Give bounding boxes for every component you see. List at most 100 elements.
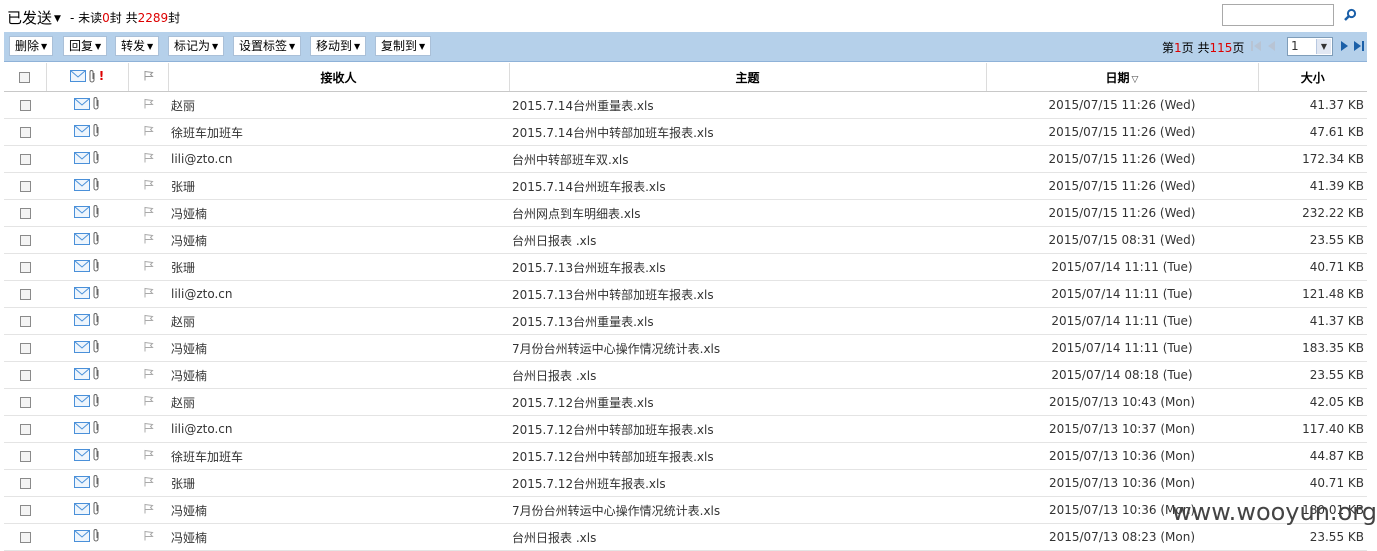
recipient[interactable]: 徐班车加班车 (168, 118, 509, 146)
flag-icon[interactable] (143, 98, 154, 109)
recipient[interactable]: 张珊 (168, 469, 509, 497)
recipient[interactable]: 赵丽 (168, 307, 509, 335)
recipient[interactable]: lili@zto.cn (168, 415, 509, 443)
row-checkbox[interactable] (19, 100, 31, 111)
search-icon[interactable] (1343, 8, 1357, 22)
column-size[interactable]: 大小 (1258, 63, 1367, 92)
table-row[interactable]: 冯娅楠 台州网点到车明细表.xls 2015/07/15 11:26 (Wed) 23… (4, 199, 1367, 227)
table-row[interactable]: 徐班车加班车 2015.7.14台州中转部加班车报表.xls 2015/07/15 … (4, 118, 1367, 146)
envelope-icon[interactable] (74, 232, 90, 245)
row-checkbox[interactable] (19, 343, 31, 354)
row-checkbox[interactable] (19, 154, 31, 165)
subject[interactable]: 7月份台州转运中心操作情况统计表.xls (509, 334, 986, 362)
flag-icon[interactable] (143, 260, 154, 271)
flag-icon[interactable] (143, 530, 154, 541)
subject[interactable]: 2015.7.14台州重量表.xls (509, 91, 986, 119)
flag-icon[interactable] (143, 341, 154, 352)
envelope-icon[interactable] (74, 178, 90, 191)
row-checkbox[interactable] (19, 208, 31, 219)
table-row[interactable]: 冯娅楠 7月份台州转运中心操作情况统计表.xls 2015/07/14 11:11 … (4, 334, 1367, 362)
row-checkbox[interactable] (19, 505, 31, 516)
priority-icon[interactable]: ! (99, 69, 104, 83)
table-row[interactable]: 冯娅楠 台州日报表 .xls 2015/07/13 08:23 (Mon) 23.55… (4, 523, 1367, 551)
row-checkbox[interactable] (19, 478, 31, 489)
subject[interactable]: 台州网点到车明细表.xls (509, 199, 986, 227)
flag-icon[interactable] (143, 503, 154, 514)
subject[interactable]: 2015.7.13台州班车报表.xls (509, 253, 986, 281)
row-checkbox[interactable] (19, 397, 31, 408)
folder-dropdown[interactable]: 已发送 ▼ (7, 7, 61, 28)
flag-icon[interactable] (143, 233, 154, 244)
recipient[interactable]: 徐班车加班车 (168, 442, 509, 470)
subject[interactable]: 2015.7.12台州班车报表.xls (509, 469, 986, 497)
recipient[interactable]: 冯娅楠 (168, 523, 509, 551)
flag-icon[interactable] (143, 206, 154, 217)
forward-button[interactable]: 转发 ▼ (115, 36, 160, 56)
flag-icon[interactable] (143, 125, 154, 136)
envelope-icon[interactable] (74, 286, 90, 299)
row-checkbox[interactable] (19, 532, 31, 543)
subject[interactable]: 台州日报表 .xls (509, 523, 986, 551)
column-subject[interactable]: 主题 (509, 63, 987, 92)
envelope-icon[interactable] (74, 421, 90, 434)
envelope-icon[interactable] (74, 367, 90, 380)
table-row[interactable]: 冯娅楠 台州日报表 .xls 2015/07/14 08:18 (Tue) 23.55… (4, 361, 1367, 389)
set-tag-button[interactable]: 设置标签 ▼ (233, 36, 302, 56)
subject[interactable]: 2015.7.12台州重量表.xls (509, 388, 986, 416)
table-row[interactable]: 赵丽 2015.7.12台州重量表.xls 2015/07/13 10:43 (Mo… (4, 388, 1367, 416)
recipient[interactable]: 冯娅楠 (168, 496, 509, 524)
flag-icon[interactable] (143, 70, 154, 81)
envelope-icon[interactable] (74, 475, 90, 488)
envelope-icon[interactable] (74, 124, 90, 137)
row-checkbox[interactable] (19, 289, 31, 300)
first-page-icon[interactable] (1249, 39, 1263, 53)
delete-button[interactable]: 删除 ▼ (9, 36, 54, 56)
table-row[interactable]: 张珊 2015.7.12台州班车报表.xls 2015/07/13 10:36 (M… (4, 469, 1367, 497)
last-page-icon[interactable] (1352, 39, 1366, 53)
table-row[interactable]: 徐班车加班车 2015.7.12台州中转部加班车报表.xls 2015/07/13 … (4, 442, 1367, 470)
page-select[interactable]: 1 ▼ (1287, 37, 1333, 56)
recipient[interactable]: lili@zto.cn (168, 280, 509, 308)
next-page-icon[interactable] (1337, 39, 1351, 53)
flag-icon[interactable] (143, 422, 154, 433)
envelope-icon[interactable] (74, 448, 90, 461)
flag-icon[interactable] (143, 179, 154, 190)
envelope-icon[interactable] (74, 502, 90, 515)
envelope-icon[interactable] (74, 529, 90, 542)
subject[interactable]: 2015.7.12台州中转部加班车报表.xls (509, 442, 986, 470)
row-checkbox[interactable] (19, 127, 31, 138)
select-all-checkbox[interactable] (19, 72, 31, 83)
copy-to-button[interactable]: 复制到 ▼ (375, 36, 432, 56)
row-checkbox[interactable] (19, 235, 31, 246)
envelope-icon[interactable] (74, 97, 90, 110)
flag-icon[interactable] (143, 476, 154, 487)
recipient[interactable]: lili@zto.cn (168, 145, 509, 173)
table-row[interactable]: 冯娅楠 7月份台州转运中心操作情况统计表.xls 2015/07/13 10:36 … (4, 496, 1367, 524)
search-input[interactable] (1222, 4, 1334, 26)
move-to-button[interactable]: 移动到 ▼ (310, 36, 367, 56)
envelope-icon[interactable] (74, 313, 90, 326)
recipient[interactable]: 冯娅楠 (168, 361, 509, 389)
recipient[interactable]: 张珊 (168, 253, 509, 281)
row-checkbox[interactable] (19, 370, 31, 381)
table-row[interactable]: lili@zto.cn 台州中转部班车双.xls 2015/07/15 11:26 … (4, 145, 1367, 173)
envelope-icon[interactable] (74, 259, 90, 272)
recipient[interactable]: 冯娅楠 (168, 226, 509, 254)
recipient[interactable]: 冯娅楠 (168, 199, 509, 227)
recipient[interactable]: 冯娅楠 (168, 334, 509, 362)
recipient[interactable]: 赵丽 (168, 388, 509, 416)
subject[interactable]: 台州中转部班车双.xls (509, 145, 986, 173)
envelope-icon[interactable] (74, 205, 90, 218)
row-checkbox[interactable] (19, 316, 31, 327)
envelope-icon[interactable] (69, 70, 86, 82)
row-checkbox[interactable] (19, 424, 31, 435)
flag-icon[interactable] (143, 449, 154, 460)
flag-icon[interactable] (143, 368, 154, 379)
table-row[interactable]: 赵丽 2015.7.14台州重量表.xls 2015/07/15 11:26 (We… (4, 91, 1367, 119)
row-checkbox[interactable] (19, 181, 31, 192)
table-row[interactable]: 张珊 2015.7.13台州班车报表.xls 2015/07/14 11:11 (T… (4, 253, 1367, 281)
envelope-icon[interactable] (74, 151, 90, 164)
subject[interactable]: 7月份台州转运中心操作情况统计表.xls (509, 496, 986, 524)
mark-as-button[interactable]: 标记为 ▼ (168, 36, 225, 56)
subject[interactable]: 2015.7.13台州重量表.xls (509, 307, 986, 335)
